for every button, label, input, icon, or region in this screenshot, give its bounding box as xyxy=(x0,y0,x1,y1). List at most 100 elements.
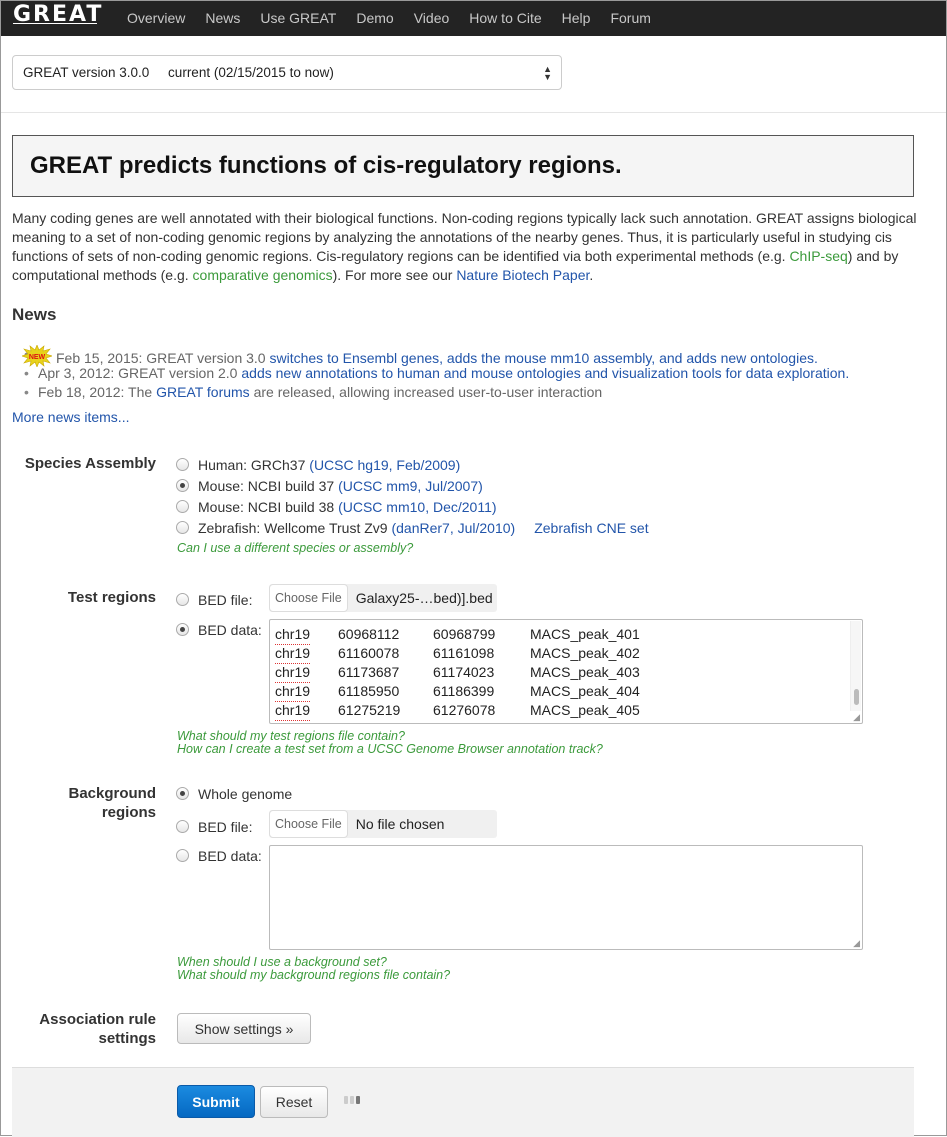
bed-file-label: BED file: xyxy=(198,591,253,608)
radio-bg-bed-file[interactable] xyxy=(176,820,189,833)
radio-bg-bed-data[interactable] xyxy=(176,849,189,862)
species-help-link[interactable]: Can I use a different species or assembl… xyxy=(177,542,413,555)
news-heading: News xyxy=(12,305,57,324)
radio-human[interactable] xyxy=(176,458,189,471)
test-file-input[interactable]: Choose File Galaxy25-…bed)].bed xyxy=(269,584,497,612)
news-link-2[interactable]: adds new annotations to human and mouse … xyxy=(241,365,849,381)
intro-text-1: Many coding genes are well annotated wit… xyxy=(12,210,917,264)
news-item: • NEW Feb 15, 2015: GREAT version 3.0 sw… xyxy=(12,344,932,368)
background-bed-file-option[interactable]: BED file: xyxy=(176,816,252,837)
radio-zebrafish[interactable] xyxy=(176,521,189,534)
top-navbar: GREAT Overview News Use GREAT Demo Video… xyxy=(1,1,946,36)
submit-button[interactable]: Submit xyxy=(177,1085,255,1118)
bed-data-cell: MACS_peak_403 xyxy=(530,664,640,680)
show-settings-button[interactable]: Show settings » xyxy=(177,1013,311,1044)
species-link[interactable]: (danRer7, Jul/2010) xyxy=(391,520,515,536)
species-link[interactable]: (UCSC hg19, Feb/2009) xyxy=(309,457,460,473)
species-option-mouse-mm9[interactable]: Mouse: NCBI build 37 (UCSC mm9, Jul/2007… xyxy=(176,475,483,496)
test-bed-data-option[interactable]: BED data: xyxy=(176,619,262,640)
news-link-3[interactable]: GREAT forums xyxy=(156,384,250,400)
nav-demo[interactable]: Demo xyxy=(346,1,403,36)
news-text-3: Feb 18, 2012: The xyxy=(38,384,157,400)
comparative-genomics-link[interactable]: comparative genomics xyxy=(193,267,333,283)
intro-text-4: . xyxy=(589,267,594,283)
reset-button[interactable]: Reset xyxy=(260,1086,328,1118)
ucsc-track-help-link[interactable]: How can I create a test set from a UCSC … xyxy=(177,743,603,756)
species-link[interactable]: (UCSC mm9, Jul/2007) xyxy=(338,478,483,494)
test-bed-data-textarea[interactable]: chr19 60968112 60968799 MACS_peak_401 chr19 6… xyxy=(269,619,863,724)
species-text: Mouse: NCBI build 38 xyxy=(198,498,335,515)
bullet: • xyxy=(24,384,29,400)
news-text-2: Apr 3, 2012: GREAT version 2.0 xyxy=(38,365,242,381)
species-text: Mouse: NCBI build 37 xyxy=(198,477,335,494)
nav-video[interactable]: Video xyxy=(404,1,460,36)
version-select[interactable]: GREAT version 3.0.0 current (02/15/2015 … xyxy=(12,55,562,90)
intro-text-3: ). For more see our xyxy=(332,267,457,283)
nav-forum[interactable]: Forum xyxy=(600,1,660,36)
choose-file-button[interactable]: Choose File xyxy=(269,810,348,838)
radio-mouse-mm9[interactable] xyxy=(176,479,189,492)
bed-file-label: BED file: xyxy=(198,818,253,835)
bed-data-row: chr19 61275219 61276078 MACS_peak_405 xyxy=(275,701,670,721)
nature-biotech-paper-link[interactable]: Nature Biotech Paper xyxy=(456,267,589,283)
radio-whole-genome[interactable] xyxy=(176,787,189,800)
species-option-human[interactable]: Human: GRCh37 (UCSC hg19, Feb/2009) xyxy=(176,454,460,475)
radio-test-bed-file[interactable] xyxy=(176,593,189,606)
news-text-3-suffix: are released, allowing increased user-to… xyxy=(249,384,603,400)
bed-data-cell: MACS_peak_404 xyxy=(530,683,640,699)
bed-data-cell: MACS_peak_405 xyxy=(530,702,640,718)
chipseq-link[interactable]: ChIP-seq xyxy=(789,248,847,264)
new-badge-text: NEW xyxy=(29,354,46,361)
nav-help[interactable]: Help xyxy=(552,1,601,36)
species-option-zebrafish[interactable]: Zebrafish: Wellcome Trust Zv9 (danRer7, … xyxy=(176,517,649,538)
association-label-line1: Association rule xyxy=(39,1011,156,1028)
bed-data-row: chr19 61173687 61174023 MACS_peak_403 xyxy=(275,663,670,683)
nav-use-great[interactable]: Use GREAT xyxy=(250,1,346,36)
background-file-input[interactable]: Choose File No file chosen xyxy=(269,810,497,838)
bed-data-cell: 61185950 xyxy=(338,683,400,699)
radio-test-bed-data[interactable] xyxy=(176,623,189,636)
intro-paragraph: Many coding genes are well annotated wit… xyxy=(12,209,917,285)
test-bed-file-option[interactable]: BED file: xyxy=(176,589,252,610)
file-name: Galaxy25-…bed)].bed xyxy=(355,590,493,606)
more-news-link[interactable]: More news items... xyxy=(12,409,129,425)
scrollbar-thumb[interactable] xyxy=(854,689,859,705)
resize-handle-icon[interactable]: ◢ xyxy=(853,939,860,948)
bed-data-cell: 60968799 xyxy=(433,626,496,642)
news-item: • Feb 18, 2012: The GREAT forums are rel… xyxy=(12,383,932,402)
spellcheck-underline: chr19 xyxy=(275,644,311,664)
great-logo[interactable]: GREAT xyxy=(1,1,111,36)
species-text: Zebrafish: Wellcome Trust Zv9 xyxy=(198,519,388,536)
radio-mouse-mm10[interactable] xyxy=(176,500,189,513)
bed-data-label: BED data: xyxy=(198,847,262,864)
choose-file-button[interactable]: Choose File xyxy=(269,584,348,612)
association-label-line2: settings xyxy=(98,1030,156,1047)
zebrafish-cne-link[interactable]: Zebrafish CNE set xyxy=(534,520,648,536)
loading-spinner-icon xyxy=(344,1096,360,1104)
bed-data-cell: 61276078 xyxy=(433,702,496,718)
background-label-line2: regions xyxy=(101,804,156,821)
species-link[interactable]: (UCSC mm10, Dec/2011) xyxy=(338,499,496,515)
nav-menu: Overview News Use GREAT Demo Video How t… xyxy=(117,1,661,36)
background-bed-data-textarea[interactable]: ◢ xyxy=(269,845,863,950)
whole-genome-option[interactable]: Whole genome xyxy=(176,783,292,804)
scrollbar[interactable] xyxy=(850,621,861,711)
whole-genome-label: Whole genome xyxy=(198,785,293,802)
form-actions-bar xyxy=(12,1067,914,1137)
background-bed-data-option[interactable]: BED data: xyxy=(176,845,262,866)
bed-data-rows: chr19 60968112 60968799 MACS_peak_401 chr19 6… xyxy=(275,625,670,721)
nav-news[interactable]: News xyxy=(195,1,250,36)
bed-data-cell: MACS_peak_402 xyxy=(530,645,640,661)
species-option-mouse-mm10[interactable]: Mouse: NCBI build 38 (UCSC mm10, Dec/201… xyxy=(176,496,497,517)
logo-underline xyxy=(13,23,97,24)
bed-data-row: chr19 61185950 61186399 MACS_peak_404 xyxy=(275,682,670,702)
bed-data-cell: chr19 xyxy=(275,663,338,683)
bullet: • xyxy=(24,365,29,381)
resize-handle-icon[interactable]: ◢ xyxy=(853,713,860,722)
nav-overview[interactable]: Overview xyxy=(117,1,195,36)
bed-data-cell: 61160078 xyxy=(338,645,400,661)
background-file-help-link[interactable]: What should my background regions file c… xyxy=(177,969,450,982)
select-arrows-icon: ▲ ▼ xyxy=(543,64,552,82)
nav-how-to-cite[interactable]: How to Cite xyxy=(459,1,551,36)
bed-data-row: chr19 60968112 60968799 MACS_peak_401 xyxy=(275,625,670,645)
